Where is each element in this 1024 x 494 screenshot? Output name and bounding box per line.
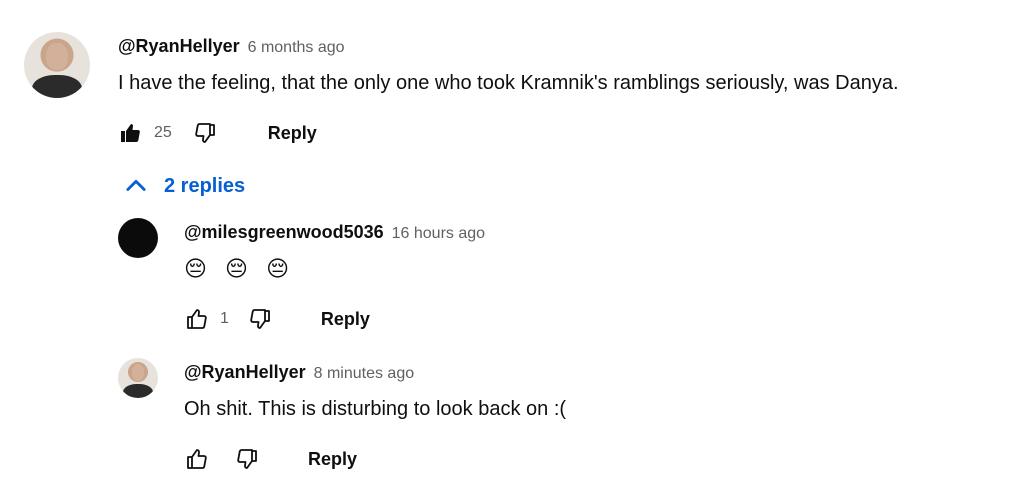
reply-actions: Reply xyxy=(182,442,357,476)
comment-time[interactable]: 6 months ago xyxy=(248,39,345,57)
thumb-down-icon[interactable] xyxy=(192,119,220,147)
like-count: 25 xyxy=(154,124,172,141)
reply-button[interactable]: Reply xyxy=(321,309,370,330)
reply-time[interactable]: 16 hours ago xyxy=(392,225,485,243)
thumb-up-icon[interactable] xyxy=(182,445,210,473)
reply-text: 😔 😔 😔 xyxy=(184,256,296,281)
avatar-head xyxy=(46,42,68,71)
replies-count-label: 2 replies xyxy=(164,174,246,197)
avatar-shirt xyxy=(122,384,154,398)
reply-time[interactable]: 8 minutes ago xyxy=(314,365,415,383)
replies-toggle[interactable]: 2 replies xyxy=(122,172,245,200)
reply-button[interactable]: Reply xyxy=(308,449,357,470)
avatar-shirt xyxy=(31,74,83,98)
reply-header: @milesgreenwood5036 16 hours ago xyxy=(184,222,485,243)
chevron-up-icon xyxy=(122,172,150,200)
thumb-up-filled-icon[interactable] xyxy=(116,119,144,147)
comment: @RyanHellyer 6 months ago I have the fee… xyxy=(0,0,1024,494)
comment-actions: 25 Reply xyxy=(116,116,317,150)
avatar[interactable] xyxy=(118,358,158,398)
comment-header: @RyanHellyer 6 months ago xyxy=(118,36,345,57)
reply-actions: 1 Reply xyxy=(182,302,370,336)
like-count: 1 xyxy=(220,310,229,327)
avatar-head xyxy=(131,364,145,382)
reply-button[interactable]: Reply xyxy=(268,123,317,144)
reply-author[interactable]: @milesgreenwood5036 xyxy=(184,222,384,243)
thumb-down-icon[interactable] xyxy=(247,305,275,333)
avatar[interactable] xyxy=(118,218,158,258)
comment-author[interactable]: @RyanHellyer xyxy=(118,36,240,57)
thumb-up-icon[interactable] xyxy=(182,305,210,333)
reply-header: @RyanHellyer 8 minutes ago xyxy=(184,362,414,383)
avatar[interactable] xyxy=(24,32,90,98)
reply-author[interactable]: @RyanHellyer xyxy=(184,362,306,383)
comment-text: I have the feeling, that the only one wh… xyxy=(118,72,899,94)
reply-text: Oh shit. This is disturbing to look back… xyxy=(184,398,567,420)
thumb-down-icon[interactable] xyxy=(234,445,262,473)
